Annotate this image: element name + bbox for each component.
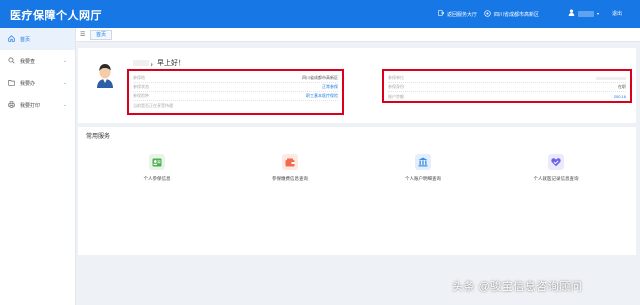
folder-icon (8, 79, 16, 88)
service-hall-label: 返回服务大厅 (447, 11, 478, 18)
sidebar-item-print[interactable]: 我要打印 ⌄ (0, 94, 75, 116)
profile-card: ，早上好！ 参保地 四川省成都市高新区 参保状态 正常参保 参保险种 职工基本医… (78, 48, 636, 123)
greeting: ，早上好！ (133, 58, 185, 68)
service-payment-query[interactable]: 参保缴费信息查询 (220, 154, 360, 182)
info-label: 当前是否正在享受待遇 (133, 102, 173, 108)
wallet-icon (282, 154, 298, 170)
info-row-status: 参保状态 正常参保 (133, 83, 338, 92)
info-row-identity: 参保身份 在职 (388, 83, 626, 92)
chevron-down-icon: ⌄ (62, 102, 67, 108)
top-header: 医疗保障个人网厅 返回服务大厅 四川省成都市高新区 ▾ 退出 (0, 0, 640, 28)
user-name-masked (133, 60, 149, 67)
info-row-benefit: 当前是否正在享受待遇 (133, 101, 338, 110)
app-title: 医疗保障个人网厅 (10, 10, 102, 22)
sidebar-item-label: 我要打印 (20, 102, 41, 109)
info-label: 账户余额 (388, 93, 404, 99)
user-menu[interactable]: ▾ (568, 9, 599, 18)
logout-button[interactable]: 退出 (612, 10, 622, 17)
sidebar-item-label: 我要办 (20, 80, 36, 87)
building-icon (415, 154, 431, 170)
user-name-masked (578, 10, 594, 17)
tab-home[interactable]: 首页 (90, 30, 113, 40)
chevron-down-icon: ▾ (597, 11, 600, 16)
sidebar-item-label: 我要查 (20, 58, 36, 65)
home-icon (8, 34, 16, 44)
sidebar-item-query[interactable]: 我要查 ⌄ (0, 50, 75, 72)
avatar (94, 62, 116, 88)
info-value: 职工基本医疗保险 (306, 93, 338, 98)
collapse-menu-icon[interactable]: ☰ (80, 31, 85, 38)
sidebar: 首页 我要查 ⌄ 我要办 ⌄ 我要打印 ⌄ (0, 28, 76, 305)
sidebar-item-handle[interactable]: 我要办 ⌄ (0, 72, 75, 94)
info-label: 参保险种 (133, 93, 149, 98)
info-label: 参保单位 (388, 75, 404, 80)
account-info-box: 参保单位 参保身份 在职 账户余额 200.16 (382, 69, 632, 103)
info-row-location: 参保地 四川省成都市高新区 (133, 74, 338, 83)
info-label: 参保地 (133, 75, 145, 80)
chevron-down-icon: ⌄ (62, 58, 67, 64)
id-card-icon (149, 154, 165, 170)
info-label: 参保身份 (388, 84, 404, 89)
service-label: 个人就医记录信息查询 (533, 176, 579, 181)
region-selector[interactable]: 四川省成都市高新区 (484, 10, 539, 19)
info-row-balance: 账户余额 200.16 (388, 92, 626, 101)
heart-check-icon (548, 154, 564, 170)
info-value: 200.16 (613, 94, 626, 99)
info-value: 四川省成都市高新区 (302, 75, 338, 80)
user-icon (568, 9, 575, 18)
service-hall-link[interactable]: 返回服务大厅 (438, 10, 477, 18)
exit-icon (438, 10, 445, 18)
service-label: 参保缴费信息查询 (272, 176, 308, 181)
printer-icon (8, 100, 16, 110)
service-medical-records[interactable]: 个人就医记录信息查询 (486, 154, 626, 182)
service-account-detail[interactable]: 个人账户明细查询 (353, 154, 493, 182)
sidebar-item-label: 首页 (20, 36, 31, 43)
sidebar-item-home[interactable]: 首页 (0, 28, 75, 50)
search-icon (8, 56, 16, 66)
service-label: 个人参保信息 (143, 176, 171, 181)
region-label: 四川省成都市高新区 (494, 12, 540, 18)
info-label: 参保状态 (133, 84, 149, 89)
info-row-type: 参保险种 职工基本医疗保险 (133, 92, 338, 101)
info-value: 在职 (618, 84, 626, 89)
service-label: 个人账户明细查询 (405, 176, 441, 181)
insurance-info-box: 参保地 四川省成都市高新区 参保状态 正常参保 参保险种 职工基本医疗保险 当前… (127, 69, 344, 115)
chevron-down-icon: ⌄ (62, 80, 67, 86)
info-row-employer: 参保单位 (388, 74, 626, 83)
services-card: 常用服务 个人参保信息 参保缴费信息查询 个人账户明细查询 个人就医记录信息查询 (78, 127, 636, 255)
masked-value (596, 76, 626, 80)
watermark: 头条 @骏宝信息咨询顾问 (452, 281, 583, 293)
location-icon (484, 10, 491, 19)
tabs-bar: ☰ 首页 (76, 28, 640, 42)
services-title: 常用服务 (86, 134, 111, 140)
greeting-text: ，早上好！ (150, 60, 185, 67)
info-value: 正常参保 (322, 84, 338, 89)
service-personal-info[interactable]: 个人参保信息 (87, 154, 227, 182)
